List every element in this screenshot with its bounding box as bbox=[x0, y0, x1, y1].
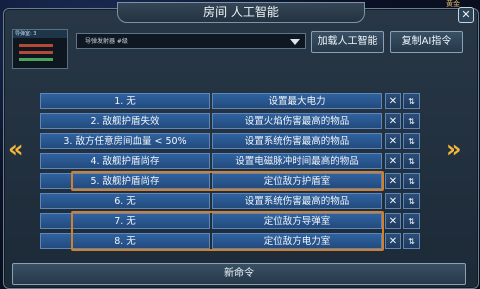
weapon-slot-icon bbox=[19, 58, 53, 61]
condition-button[interactable]: 1. 无 bbox=[40, 93, 210, 109]
reorder-icon[interactable]: ⇅ bbox=[403, 93, 420, 109]
copy-ai-button[interactable]: 复制AI指令 bbox=[390, 31, 463, 53]
action-button[interactable]: 设置火焰伤害最高的物品 bbox=[212, 113, 382, 129]
action-button[interactable]: 定位敌方导弹室 bbox=[212, 213, 382, 229]
condition-button[interactable]: 2. 敌舰护盾失效 bbox=[40, 113, 210, 129]
condition-button[interactable]: 3. 敌方任意房间血量 < 50% bbox=[40, 133, 210, 149]
reorder-icon[interactable]: ⇅ bbox=[403, 133, 420, 149]
reorder-icon[interactable]: ⇅ bbox=[403, 113, 420, 129]
weapon-select[interactable]: 导弹发射器 #级 bbox=[76, 33, 306, 49]
delete-icon[interactable]: ✕ bbox=[385, 173, 401, 189]
reorder-icon[interactable]: ⇅ bbox=[403, 173, 420, 189]
reorder-icon[interactable]: ⇅ bbox=[403, 233, 420, 249]
command-row: 7. 无 定位敌方导弹室 ✕ ⇅ bbox=[40, 213, 422, 229]
command-row: 6. 无 设置系统伤害最高的物品 ✕ ⇅ bbox=[40, 193, 422, 209]
delete-icon[interactable]: ✕ bbox=[385, 213, 401, 229]
command-row: 2. 敌舰护盾失效 设置火焰伤害最高的物品 ✕ ⇅ bbox=[40, 113, 422, 129]
dialog-title: 房间 人工智能 bbox=[117, 2, 365, 23]
action-button[interactable]: 定位敌方电力室 bbox=[212, 233, 382, 249]
command-row: 8. 无 定位敌方电力室 ✕ ⇅ bbox=[40, 233, 422, 249]
command-row: 1. 无 设置最大电力 ✕ ⇅ bbox=[40, 93, 422, 109]
action-button[interactable]: 设置最大电力 bbox=[212, 93, 382, 109]
condition-button[interactable]: 4. 敌舰护盾尚存 bbox=[40, 153, 210, 169]
condition-button[interactable]: 8. 无 bbox=[40, 233, 210, 249]
next-page-arrow-icon[interactable]: » bbox=[446, 135, 461, 163]
condition-button[interactable]: 7. 无 bbox=[40, 213, 210, 229]
delete-icon[interactable]: ✕ bbox=[385, 153, 401, 169]
load-ai-button[interactable]: 加载人工智能 bbox=[311, 31, 384, 53]
command-row: 5. 敌舰护盾尚存 定位敌方护盾室 ✕ ⇅ bbox=[40, 173, 422, 189]
action-button[interactable]: 设置电磁脉冲时间最高的物品 bbox=[212, 153, 382, 169]
action-button[interactable]: 设置系统伤害最高的物品 bbox=[212, 133, 382, 149]
command-row: 4. 敌舰护盾尚存 设置电磁脉冲时间最高的物品 ✕ ⇅ bbox=[40, 153, 422, 169]
condition-button[interactable]: 5. 敌舰护盾尚存 bbox=[40, 173, 210, 189]
weapon-slot-icon bbox=[19, 44, 53, 47]
new-command-button[interactable]: 新命令 bbox=[12, 263, 466, 285]
chevron-down-icon bbox=[290, 39, 300, 45]
weapon-slot-icon bbox=[19, 51, 53, 54]
prev-page-arrow-icon[interactable]: « bbox=[8, 135, 23, 163]
reorder-icon[interactable]: ⇅ bbox=[403, 213, 420, 229]
reorder-icon[interactable]: ⇅ bbox=[403, 193, 420, 209]
action-button[interactable]: 定位敌方护盾室 bbox=[212, 173, 382, 189]
command-row: 3. 敌方任意房间血量 < 50% 设置系统伤害最高的物品 ✕ ⇅ bbox=[40, 133, 422, 149]
action-button[interactable]: 设置系统伤害最高的物品 bbox=[212, 193, 382, 209]
room-thumbnail[interactable]: 导弹室: 3 bbox=[12, 29, 68, 69]
delete-icon[interactable]: ✕ bbox=[385, 93, 401, 109]
delete-icon[interactable]: ✕ bbox=[385, 233, 401, 249]
reorder-icon[interactable]: ⇅ bbox=[403, 153, 420, 169]
delete-icon[interactable]: ✕ bbox=[385, 193, 401, 209]
toolbar: 导弹室: 3 导弹发射器 #级 加载人工智能 复制AI指令 bbox=[12, 27, 468, 72]
condition-button[interactable]: 6. 无 bbox=[40, 193, 210, 209]
delete-icon[interactable]: ✕ bbox=[385, 113, 401, 129]
weapon-select-value: 导弹发射器 #级 bbox=[85, 38, 128, 45]
room-thumbnail-label: 导弹室: 3 bbox=[13, 30, 67, 38]
delete-icon[interactable]: ✕ bbox=[385, 133, 401, 149]
close-button[interactable]: ✕ bbox=[458, 7, 474, 23]
